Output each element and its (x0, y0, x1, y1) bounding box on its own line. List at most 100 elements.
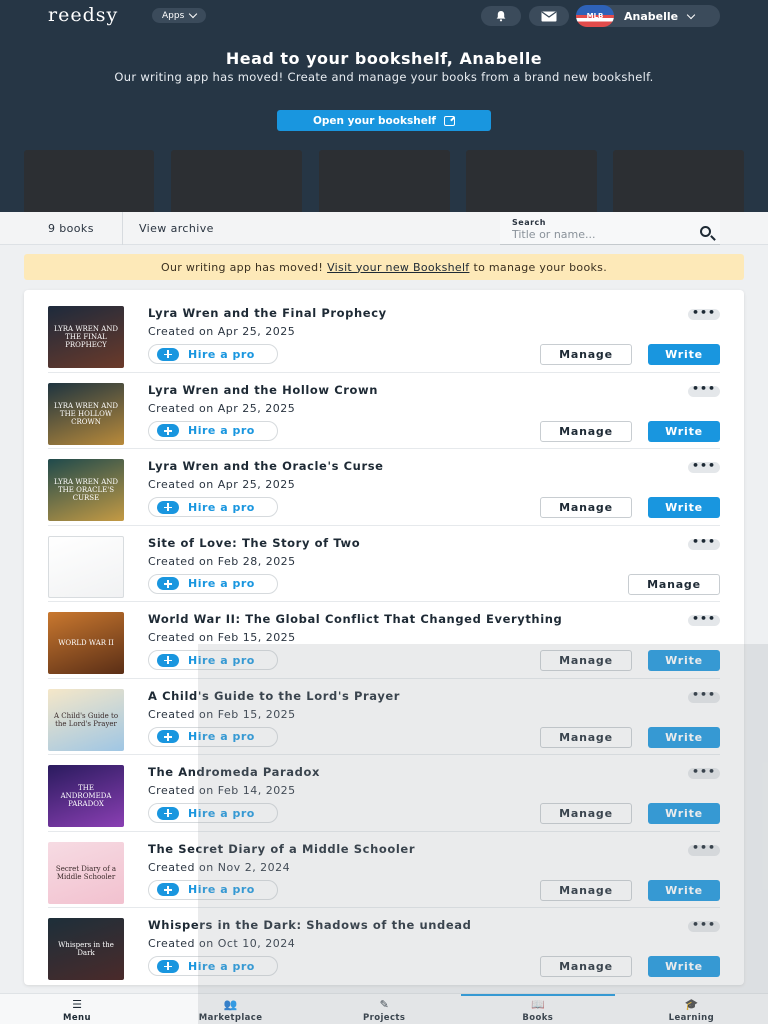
book-title[interactable]: Lyra Wren and the Oracle's Curse (148, 459, 384, 473)
book-title[interactable]: The Andromeda Paradox (148, 765, 320, 779)
more-options-button[interactable]: ••• (688, 842, 720, 856)
plus-icon (157, 653, 179, 667)
book-title[interactable]: World War II: The Global Conflict That C… (148, 612, 562, 626)
more-options-button[interactable]: ••• (688, 917, 720, 932)
ellipsis-icon: ••• (691, 688, 717, 701)
more-options-button[interactable]: ••• (688, 460, 720, 473)
manage-button[interactable]: Manage (540, 879, 632, 901)
book-title[interactable]: The Secret Diary of a Middle Schooler (148, 842, 415, 856)
search-label: Search (512, 218, 546, 227)
avatar-text: MLB (586, 12, 604, 20)
graduation-cap-icon: 🎓 (684, 998, 699, 1011)
write-button[interactable]: Write (648, 650, 720, 671)
more-options-button[interactable]: ••• (688, 307, 720, 320)
write-button[interactable]: Write (648, 497, 720, 518)
manage-button[interactable]: Manage (540, 497, 632, 518)
write-button[interactable]: Write (648, 803, 720, 824)
book-cover[interactable]: LYRA WREN AND THE ORACLE'S CURSE (48, 459, 124, 521)
book-created-date: Created on Apr 25, 2025 (148, 325, 296, 338)
book-cover[interactable]: LYRA WREN AND THE HOLLOW CROWN (48, 382, 124, 445)
hero-subtitle: Our writing app has moved! Create and ma… (114, 70, 654, 84)
hire-a-pro-button[interactable]: Hire a pro (148, 803, 278, 823)
more-options-button[interactable]: ••• (688, 611, 720, 626)
book-title[interactable]: Lyra Wren and the Final Prophecy (148, 306, 387, 320)
messages-button[interactable] (529, 6, 569, 26)
manage-button[interactable]: Manage (540, 650, 632, 671)
nav-item-marketplace[interactable]: 👥 Marketplace (154, 994, 308, 1024)
hire-a-pro-label: Hire a pro (188, 500, 255, 514)
book-row: LYRA WREN AND THE FINAL PROPHECY Lyra Wr… (48, 296, 720, 373)
manage-button[interactable]: Manage (540, 726, 632, 748)
book-cover[interactable]: THE ANDROMEDA PARADOX (48, 765, 124, 827)
book-title[interactable]: A Child's Guide to the Lord's Prayer (148, 689, 400, 703)
write-button[interactable]: Write (648, 879, 720, 901)
cover-title: Whispers in the Dark (58, 941, 114, 957)
hire-a-pro-label: Hire a pro (188, 883, 255, 896)
search-field[interactable]: Search (500, 212, 720, 245)
book-cover[interactable]: Whispers in the Dark (48, 918, 124, 980)
book-icon: 📖 (530, 998, 545, 1011)
hire-a-pro-button[interactable]: Hire a pro (148, 879, 278, 900)
manage-button[interactable]: Manage (540, 344, 632, 365)
book-cover[interactable]: LYRA WREN AND THE FINAL PROPHECY (48, 306, 124, 368)
ellipsis-icon: ••• (691, 535, 717, 548)
book-row: WORLD WAR II World War II: The Global Co… (48, 602, 720, 679)
write-button[interactable]: Write (648, 956, 720, 977)
view-archive-link[interactable]: View archive (139, 222, 214, 235)
more-options-button[interactable]: ••• (688, 535, 720, 550)
manage-button[interactable]: Manage (628, 573, 720, 595)
hire-a-pro-button[interactable]: Hire a pro (148, 650, 278, 670)
write-button[interactable]: Write (648, 344, 720, 365)
ellipsis-icon: ••• (691, 917, 717, 931)
apps-label: Apps (162, 10, 185, 21)
nav-label: Books (522, 1013, 554, 1023)
nav-item-projects[interactable]: ✎ Projects (307, 994, 461, 1024)
hire-a-pro-button[interactable]: Hire a pro (148, 420, 278, 441)
ellipsis-icon: ••• (691, 611, 717, 625)
hire-a-pro-button[interactable]: Hire a pro (148, 344, 278, 364)
hire-a-pro-button[interactable]: Hire a pro (148, 956, 278, 976)
notifications-button[interactable] (481, 6, 521, 26)
open-bookshelf-button[interactable]: Open your bookshelf (277, 110, 491, 131)
book-cover[interactable]: WORLD WAR II (48, 612, 124, 674)
nav-item-menu[interactable]: ☰ Menu (0, 994, 154, 1024)
book-cover[interactable] (48, 535, 124, 598)
book-title[interactable]: Lyra Wren and the Hollow Crown (148, 383, 378, 397)
hire-a-pro-button[interactable]: Hire a pro (148, 726, 278, 747)
book-title[interactable]: Site of Love: The Story of Two (148, 536, 360, 550)
plus-icon (157, 500, 179, 514)
manage-button[interactable]: Manage (540, 803, 632, 824)
bottom-nav: ☰ Menu 👥 Marketplace ✎ Projects 📖 Books … (0, 993, 768, 1024)
hire-a-pro-button[interactable]: Hire a pro (148, 573, 278, 594)
book-cover[interactable]: A Child's Guide to the Lord's Prayer (48, 688, 124, 751)
write-button[interactable]: Write (648, 420, 720, 442)
book-cover[interactable]: Secret Diary of a Middle Schooler (48, 841, 124, 904)
nav-item-learning[interactable]: 🎓 Learning (614, 994, 768, 1024)
book-created-date: Created on Oct 10, 2024 (148, 937, 296, 950)
manage-button[interactable]: Manage (540, 956, 632, 977)
book-title[interactable]: Whispers in the Dark: Shadows of the und… (148, 918, 472, 932)
write-button[interactable]: Write (648, 726, 720, 748)
hire-a-pro-label: Hire a pro (188, 424, 255, 437)
apps-dropdown[interactable]: Apps (152, 8, 207, 23)
nav-label: Menu (63, 1013, 91, 1023)
visit-bookshelf-link[interactable]: Visit your new Bookshelf (327, 261, 469, 274)
more-options-button[interactable]: ••• (688, 766, 720, 779)
reedsy-logo[interactable]: reedsy (48, 4, 118, 26)
more-options-button[interactable]: ••• (688, 383, 720, 397)
pen-icon: ✎ (379, 998, 389, 1011)
nav-item-books[interactable]: 📖 Books (460, 994, 615, 1024)
bookshelf-preview-card (171, 150, 302, 212)
book-count: 9 books (48, 222, 94, 235)
more-options-button[interactable]: ••• (688, 688, 720, 703)
book-created-date: Created on Feb 14, 2025 (148, 784, 296, 797)
search-icon[interactable] (700, 226, 711, 237)
search-input[interactable] (512, 227, 682, 242)
manage-button[interactable]: Manage (540, 420, 632, 442)
hire-a-pro-label: Hire a pro (188, 577, 255, 590)
hire-a-pro-button[interactable]: Hire a pro (148, 497, 278, 517)
user-menu-button[interactable]: MLB Anabelle (576, 5, 720, 27)
cover-title: LYRA WREN AND THE FINAL PROPHECY (53, 325, 119, 349)
cover-title: A Child's Guide to the Lord's Prayer (53, 711, 119, 728)
hire-a-pro-label: Hire a pro (188, 730, 255, 743)
